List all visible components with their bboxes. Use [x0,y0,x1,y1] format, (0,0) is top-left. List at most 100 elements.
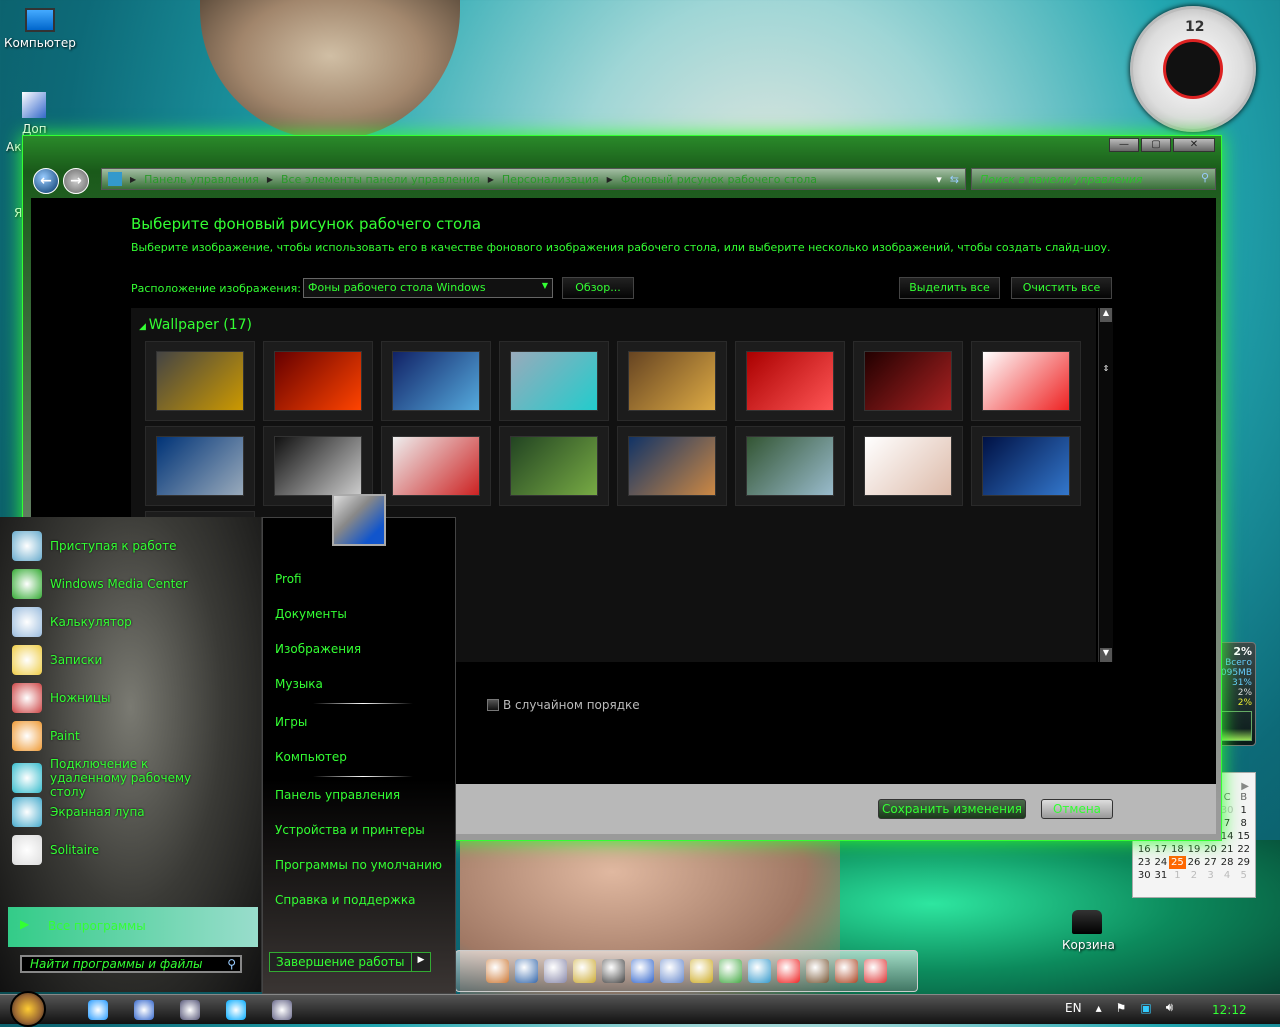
group-header[interactable]: ◢ Wallpaper (17) [139,317,252,333]
skype-icon[interactable] [226,1000,246,1020]
calendar-day[interactable]: 26 [1186,856,1203,869]
wallpaper-thumbnail[interactable] [145,341,255,421]
search-icon[interactable]: ⚲ [227,957,236,971]
network-icon[interactable]: ▣ [1140,1001,1151,1015]
shutdown-button[interactable]: Завершение работы ▶ [269,952,432,972]
maximize-button[interactable]: ▢ [1141,138,1171,152]
calendar-day[interactable]: 19 [1186,843,1203,856]
location-select[interactable]: Фоны рабочего стола Windows ▼ [303,278,553,298]
dock-app-icon[interactable] [660,959,684,983]
dock-app-icon[interactable] [864,959,888,983]
dock-app-icon[interactable] [747,959,771,983]
calendar-day[interactable]: 31 [1153,869,1170,882]
start-menu-program[interactable]: Записки [12,645,102,675]
dock-app-icon[interactable] [805,959,829,983]
dock-app-icon[interactable] [834,959,859,983]
calendar-day[interactable]: 18 [1169,843,1186,856]
calendar-day[interactable]: 25 [1169,856,1186,869]
calendar-day[interactable]: 16 [1136,843,1153,856]
language-indicator[interactable]: EN [1065,1001,1082,1015]
start-button[interactable] [10,991,46,1027]
search-input[interactable]: Поиск в панели управления ⚲ [971,168,1216,190]
breadcrumb-item[interactable]: Персонализация [502,173,599,186]
search-icon[interactable]: ⚲ [1201,171,1209,184]
show-hidden-icons-icon[interactable]: ▴ [1096,1001,1102,1015]
save-button[interactable]: Сохранить изменения [878,799,1026,819]
wallpaper-thumbnail[interactable] [617,426,727,506]
calendar-day[interactable]: 1 [1235,804,1252,817]
media-player-icon[interactable] [134,1000,154,1020]
cpu-meter-gadget[interactable]: 2% Всего 095MB 31% 2% 2% [1216,642,1256,746]
desktop-icon-partial[interactable]: Ак [6,140,21,154]
browse-button[interactable]: Обзор... [562,277,634,299]
calendar-day[interactable]: 30 [1136,869,1153,882]
calendar-day[interactable]: 5 [1235,869,1252,882]
forward-button[interactable]: → [63,168,89,194]
start-menu-place[interactable]: Документы [275,607,347,621]
shuffle-checkbox[interactable]: В случайном порядке [487,698,640,712]
start-menu-program[interactable]: Приступая к работе [12,531,177,561]
calendar-day[interactable]: 29 [1235,856,1252,869]
calendar-day[interactable]: 1 [1169,869,1186,882]
scroll-thumb[interactable]: ⇕ [1100,364,1112,378]
wallpaper-thumbnail[interactable] [263,341,373,421]
start-menu-place[interactable]: Музыка [275,677,323,691]
next-month-arrow-icon[interactable]: ▶ [1241,781,1249,792]
wallpaper-thumbnail[interactable] [735,341,845,421]
start-menu-place[interactable]: Компьютер [275,750,347,764]
internet-explorer-icon[interactable] [88,1000,108,1020]
desktop-icon-doc[interactable]: Доп [22,92,47,136]
calendar-day[interactable]: 21 [1219,843,1236,856]
select-all-button[interactable]: Выделить все [899,277,1000,299]
start-menu-program[interactable]: Ножницы [12,683,110,713]
start-menu-program[interactable]: Экранная лупа [12,797,145,827]
cancel-button[interactable]: Отмена [1041,799,1113,819]
close-button[interactable]: ✕ [1173,138,1215,152]
volume-icon[interactable]: 🔊︎ [1166,1000,1174,1015]
start-menu-program[interactable]: Калькулятор [12,607,132,637]
calendar-day[interactable]: 24 [1153,856,1170,869]
start-menu-place[interactable]: Изображения [275,642,361,656]
dock-app-icon[interactable] [602,959,626,983]
start-menu-place[interactable]: Программы по умолчанию [275,858,442,872]
wallpaper-thumbnail[interactable] [853,426,963,506]
user-avatar[interactable] [332,494,386,546]
wallpaper-thumbnail[interactable] [499,426,609,506]
calendar-day[interactable]: 22 [1235,843,1252,856]
wallpaper-thumbnail[interactable] [145,426,255,506]
dock-app-icon[interactable] [515,959,539,983]
action-center-flag-icon[interactable]: ⚑ [1116,1001,1127,1015]
checkbox-icon[interactable] [487,699,499,711]
start-menu-program[interactable]: Paint [12,721,80,751]
start-menu-program[interactable]: Solitaire [12,835,99,865]
calendar-day[interactable]: 4 [1219,869,1236,882]
dock-app-icon[interactable] [631,959,655,983]
start-menu-program[interactable]: Подключение к удаленному рабочему столу [12,757,220,799]
dock-app-icon[interactable] [718,959,742,983]
calendar-day[interactable]: 3 [1202,869,1219,882]
calendar-day[interactable]: 2 [1186,869,1203,882]
minimize-button[interactable]: — [1109,138,1139,152]
start-menu-place[interactable]: Игры [275,715,307,729]
dropdown-icon[interactable]: ▾ [936,173,942,186]
clear-all-button[interactable]: Очистить все [1011,277,1112,299]
calendar-day[interactable]: 23 [1136,856,1153,869]
wallpaper-thumbnail[interactable] [499,341,609,421]
wallpaper-thumbnail[interactable] [735,426,845,506]
desktop-icon-recycle-bin[interactable]: Корзина [1062,910,1115,952]
start-menu-place[interactable]: Справка и поддержка [275,893,416,907]
wallpaper-thumbnail[interactable] [381,341,491,421]
wallpaper-thumbnail[interactable] [971,426,1081,506]
window-icon[interactable] [272,1000,292,1020]
calendar-day[interactable]: 27 [1202,856,1219,869]
calendar-day[interactable]: 17 [1153,843,1170,856]
refresh-icon[interactable]: ⇆ [950,173,959,186]
wallpaper-thumbnail[interactable] [853,341,963,421]
wallpaper-thumbnail[interactable] [381,426,491,506]
breadcrumb-item[interactable]: Фоновый рисунок рабочего стола [621,173,817,186]
gallery-scrollbar[interactable]: ▲ ⇕ ▼ [1098,308,1113,662]
start-menu-place[interactable]: Панель управления [275,788,400,802]
start-menu-place[interactable]: Устройства и принтеры [275,823,425,837]
desktop-icon-computer[interactable]: Компьютер [4,8,76,50]
window-icon[interactable] [180,1000,200,1020]
